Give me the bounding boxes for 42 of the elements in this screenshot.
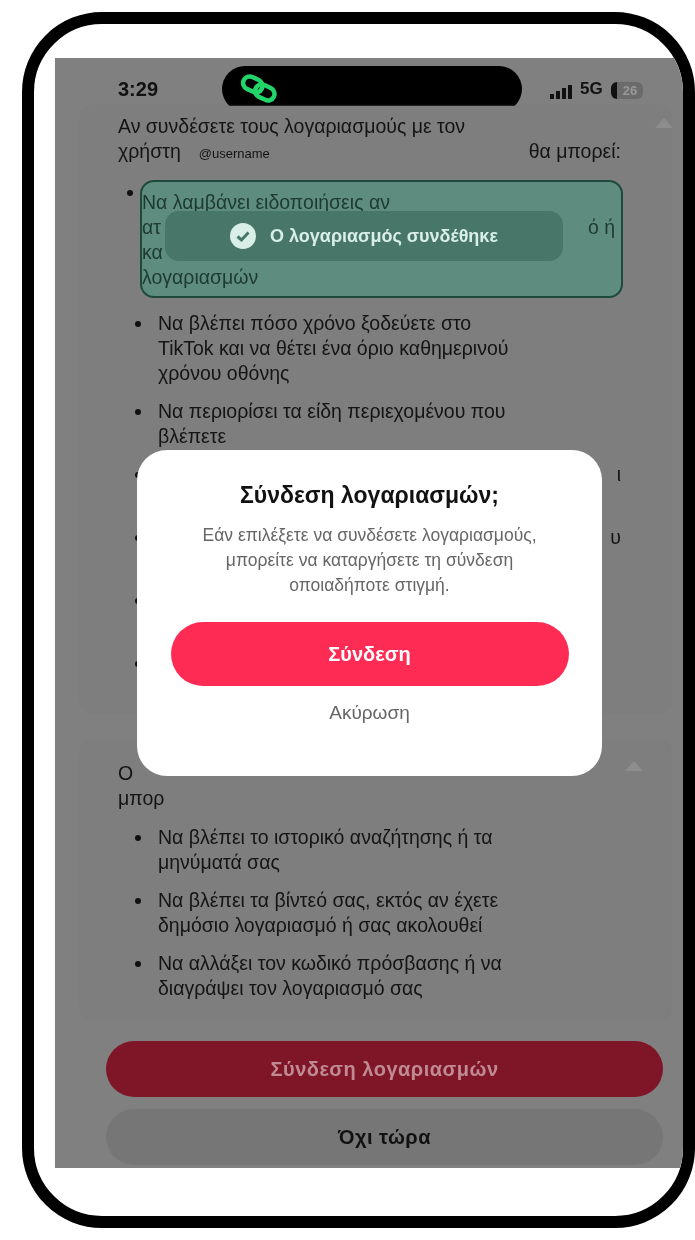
dialog-message: Εάν επιλέξετε να συνδέσετε λογαριασμούς, μπορείτε να καταργήσετε τη σύνδεση οποιαδήποτε στιγμή. (201, 524, 538, 597)
text-fragment: ατ (142, 215, 161, 240)
text-fragment: Να βλέπει το ιστορικό αναζήτησης ή τα (158, 825, 493, 850)
text-fragment: TikTok και να θέτει ένα όριο καθημερινού (158, 336, 509, 361)
bullet-dot (135, 835, 141, 841)
link-icon (240, 74, 280, 104)
intro-text: χρήστη (118, 139, 181, 164)
username: @username (198, 145, 271, 163)
text-fragment: Να βλέπει πόσο χρόνο ξοδεύετε στο (158, 311, 472, 336)
text-fragment: βλέπετε (158, 424, 227, 449)
text-fragment: διαγράψει τον λογαριασμό σας (158, 976, 423, 1001)
toast-message: Ο λογαριασμός συνδέθηκε (270, 225, 498, 247)
text-fragment: λογαριασμών (142, 265, 259, 290)
cancel-button[interactable]: Ακύρωση (319, 698, 420, 728)
text-fragment: ι (616, 462, 621, 487)
bullet-dot (135, 961, 141, 967)
network-label: 5G (580, 79, 603, 99)
text-fragment: κα (142, 240, 163, 265)
intro-text: θα μπορεί: (528, 139, 621, 164)
check-circle-icon (230, 223, 257, 249)
dialog-title: Σύνδεση λογαριασμών; (240, 482, 499, 509)
text-fragment: ό ή (587, 215, 615, 240)
text-fragment: μπορ (118, 786, 165, 811)
text-fragment: υ (610, 525, 621, 550)
not-now-button[interactable]: Όχι τώρα (106, 1109, 663, 1165)
text-fragment: χρόνου οθόνης (158, 361, 290, 386)
confirm-button[interactable]: Σύνδεση (170, 622, 569, 686)
bullet-dot (127, 190, 133, 196)
text-fragment: Να βλέπει τα βίντεό σας, εκτός αν έχετε (158, 888, 499, 913)
text-fragment: δημόσιο λογαριασμό ή σας ακολουθεί (158, 913, 483, 938)
bullet-dot (135, 898, 141, 904)
signal-icon (550, 85, 572, 99)
intro-text: Αν συνδέσετε τους λογαριασμούς με τον (118, 114, 467, 139)
status-time: 3:29 (118, 77, 160, 101)
link-accounts-button[interactable]: Σύνδεση λογαριασμών (106, 1041, 663, 1097)
bullet-dot (135, 409, 141, 415)
text-fragment: Να περιορίσει τα είδη περιεχομένου που (158, 399, 506, 424)
text-fragment: Να λαμβάνει ειδοποιήσεις αν (142, 190, 390, 215)
text-fragment: Ο (118, 761, 134, 786)
text-fragment: Να αλλάξει τον κωδικό πρόσβασης ή να (158, 951, 502, 976)
bullet-dot (135, 321, 141, 327)
text-fragment: μηνύματά σας (158, 850, 280, 875)
